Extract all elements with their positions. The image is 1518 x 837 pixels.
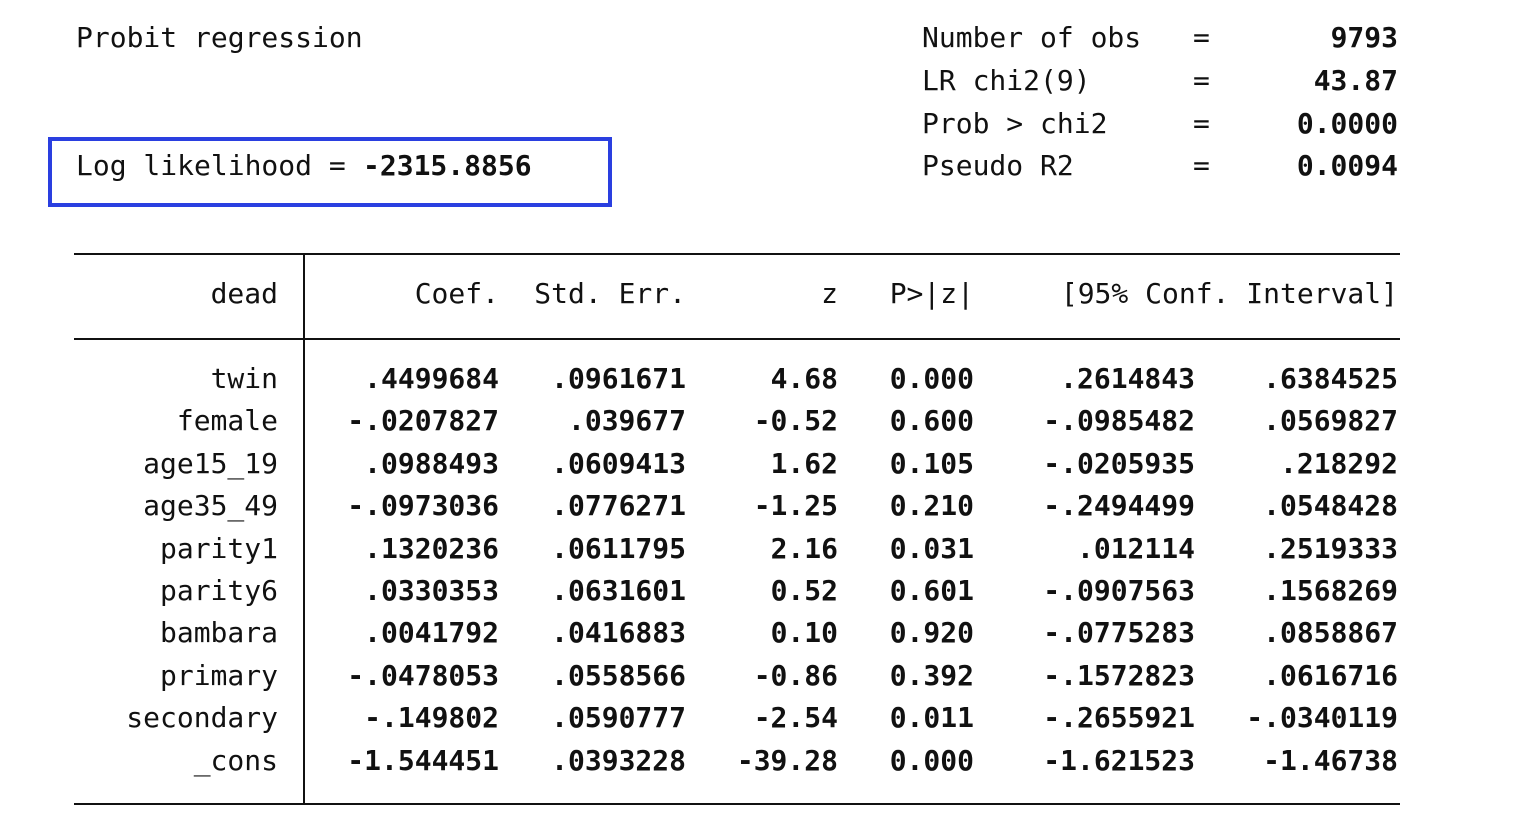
- cell-ci-lower: -1.621523: [1043, 744, 1195, 777]
- stat-equals: =: [1193, 149, 1210, 182]
- cell-z: 1.62: [770, 447, 838, 480]
- stat-value-number-of-obs: 9793: [1330, 21, 1398, 54]
- cell-ci-lower: -.0775283: [1043, 616, 1195, 649]
- cell-p-value: 0.601: [889, 574, 974, 607]
- column-header-p-value: P>|z|: [889, 277, 974, 310]
- cell-std-err: .0393228: [551, 744, 686, 777]
- cell-coef: -.0478053: [347, 659, 499, 692]
- cell-z: -0.52: [753, 404, 838, 437]
- cell-variable: age35_49: [143, 489, 278, 522]
- cell-ci-lower: -.1572823: [1043, 659, 1195, 692]
- stat-label-lr-chi2: LR chi2(9): [922, 64, 1091, 97]
- log-likelihood-label: Log likelihood =: [76, 149, 363, 182]
- cell-coef: -1.544451: [347, 744, 499, 777]
- table-top-rule: [74, 253, 1400, 255]
- cell-ci-upper: -1.46738: [1263, 744, 1398, 777]
- cell-p-value: 0.600: [889, 404, 974, 437]
- cell-variable: parity1: [159, 532, 278, 565]
- cell-ci-upper: .0569827: [1263, 404, 1398, 437]
- cell-ci-lower: .2614843: [1060, 362, 1195, 395]
- cell-coef: -.149802: [364, 701, 499, 734]
- cell-coef: .0330353: [364, 574, 499, 607]
- column-header-z: z: [821, 277, 838, 310]
- cell-z: -2.54: [753, 701, 838, 734]
- cell-std-err: .0611795: [551, 532, 686, 565]
- cell-z: 4.68: [770, 362, 838, 395]
- cell-ci-upper: -.0340119: [1246, 701, 1398, 734]
- cell-z: 2.16: [770, 532, 838, 565]
- cell-std-err: .0609413: [551, 447, 686, 480]
- stat-label-pseudo-r2: Pseudo R2: [922, 149, 1074, 182]
- cell-z: -0.86: [753, 659, 838, 692]
- cell-variable: twin: [210, 362, 278, 395]
- cell-ci-upper: .0858867: [1263, 616, 1398, 649]
- cell-ci-lower: -.2494499: [1043, 489, 1195, 522]
- stat-equals: =: [1193, 107, 1210, 140]
- output-title: Probit regression: [76, 21, 363, 54]
- cell-ci-upper: .2519333: [1263, 532, 1398, 565]
- table-bottom-rule: [74, 803, 1400, 805]
- cell-coef: .1320236: [364, 532, 499, 565]
- column-header-coef: Coef.: [414, 277, 499, 310]
- log-likelihood-value: -2315.8856: [363, 149, 532, 182]
- table-header-rule: [74, 338, 1400, 340]
- cell-p-value: 0.105: [889, 447, 974, 480]
- cell-std-err: .0776271: [551, 489, 686, 522]
- cell-coef: -.0207827: [347, 404, 499, 437]
- cell-std-err: .0590777: [551, 701, 686, 734]
- cell-z: -39.28: [736, 744, 838, 777]
- stat-value-pseudo-r2: 0.0094: [1296, 149, 1398, 182]
- cell-std-err: .0416883: [551, 616, 686, 649]
- cell-ci-lower: -.0907563: [1043, 574, 1195, 607]
- cell-ci-upper: .1568269: [1263, 574, 1398, 607]
- cell-p-value: 0.392: [889, 659, 974, 692]
- cell-ci-lower: -.0205935: [1043, 447, 1195, 480]
- cell-variable: secondary: [126, 701, 278, 734]
- stat-value-prob-chi2: 0.0000: [1296, 107, 1398, 140]
- cell-z: 0.52: [770, 574, 838, 607]
- cell-ci-upper: .218292: [1279, 447, 1398, 480]
- cell-ci-upper: .6384525: [1263, 362, 1398, 395]
- cell-std-err: .0961671: [551, 362, 686, 395]
- table-vertical-rule: [303, 253, 305, 805]
- cell-coef: .0988493: [364, 447, 499, 480]
- cell-coef: .4499684: [364, 362, 499, 395]
- cell-variable: bambara: [159, 616, 278, 649]
- cell-ci-upper: .0548428: [1263, 489, 1398, 522]
- column-header-conf-interval: [95% Conf. Interval]: [1060, 277, 1398, 310]
- stat-equals: =: [1193, 21, 1210, 54]
- cell-z: -1.25: [753, 489, 838, 522]
- cell-ci-lower: .012114: [1076, 532, 1195, 565]
- cell-coef: .0041792: [364, 616, 499, 649]
- cell-p-value: 0.000: [889, 362, 974, 395]
- cell-p-value: 0.210: [889, 489, 974, 522]
- column-header-dead: dead: [210, 277, 278, 310]
- cell-ci-upper: .0616716: [1263, 659, 1398, 692]
- cell-coef: -.0973036: [347, 489, 499, 522]
- cell-variable: parity6: [159, 574, 278, 607]
- stat-value-lr-chi2: 43.87: [1313, 64, 1398, 97]
- cell-variable: age15_19: [143, 447, 278, 480]
- cell-variable: female: [176, 404, 278, 437]
- cell-p-value: 0.011: [889, 701, 974, 734]
- cell-ci-lower: -.2655921: [1043, 701, 1195, 734]
- cell-variable: primary: [159, 659, 278, 692]
- cell-ci-lower: -.0985482: [1043, 404, 1195, 437]
- cell-variable: _cons: [193, 744, 278, 777]
- cell-p-value: 0.920: [889, 616, 974, 649]
- cell-z: 0.10: [770, 616, 838, 649]
- cell-p-value: 0.031: [889, 532, 974, 565]
- stat-label-number-of-obs: Number of obs: [922, 21, 1142, 54]
- stat-label-prob-chi2: Prob > chi2: [922, 107, 1108, 140]
- column-header-std-err: Std. Err.: [534, 277, 686, 310]
- cell-std-err: .0558566: [551, 659, 686, 692]
- cell-p-value: 0.000: [889, 744, 974, 777]
- cell-std-err: .039677: [567, 404, 686, 437]
- stat-equals: =: [1193, 64, 1210, 97]
- cell-std-err: .0631601: [551, 574, 686, 607]
